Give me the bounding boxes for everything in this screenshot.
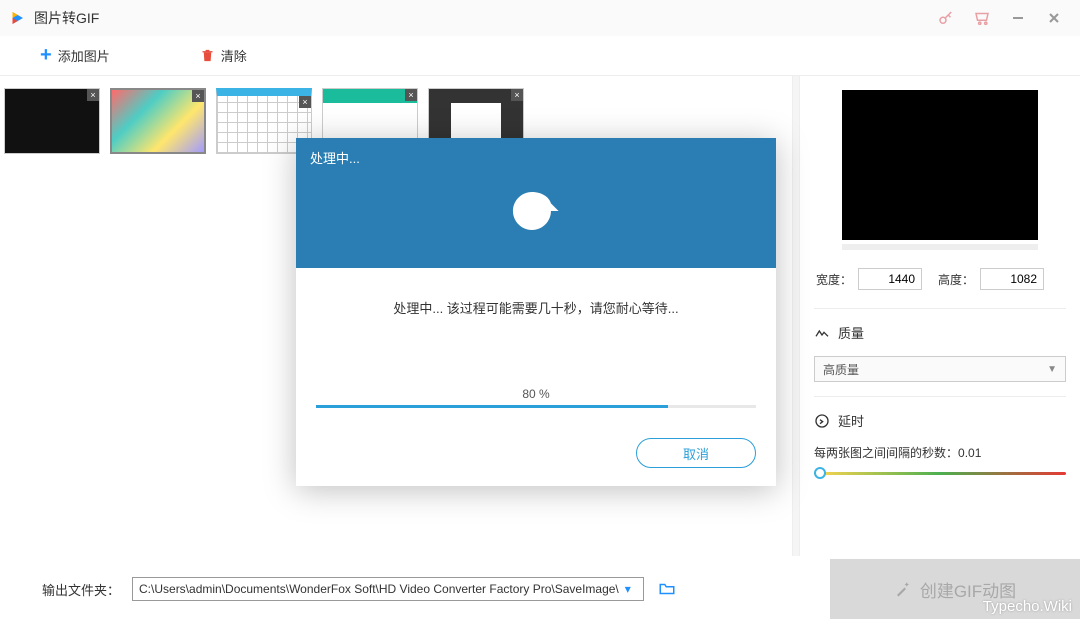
chevron-down-icon: ▼ — [1047, 364, 1057, 375]
delay-icon — [814, 413, 830, 429]
quality-select[interactable]: 高质量 ▼ — [814, 356, 1066, 382]
height-input[interactable] — [980, 268, 1044, 290]
create-gif-button: 创建GIF动图 — [830, 559, 1080, 619]
thumbnail[interactable]: × — [110, 88, 206, 154]
output-label: 输出文件夹： — [42, 580, 120, 599]
output-path-field[interactable]: C:\Users\admin\Documents\WonderFox Soft\… — [132, 577, 644, 601]
create-gif-label: 创建GIF动图 — [920, 577, 1016, 602]
bottom-bar: 输出文件夹： C:\Users\admin\Documents\WonderFo… — [0, 559, 1080, 619]
thumbnail[interactable]: × — [4, 88, 100, 154]
cart-icon[interactable] — [964, 0, 1000, 36]
delay-description: 每两张图之间间隔的秒数：0.01 — [814, 446, 981, 460]
thumb-close-icon[interactable]: × — [192, 90, 204, 102]
width-input[interactable] — [858, 268, 922, 290]
cancel-button[interactable]: 取消 — [636, 438, 756, 468]
slider-thumb[interactable] — [814, 467, 826, 479]
activate-icon[interactable] — [928, 0, 964, 36]
open-folder-icon[interactable] — [656, 580, 678, 598]
wand-icon — [894, 580, 912, 598]
delay-value: 0.01 — [958, 446, 981, 460]
droplet-icon — [512, 191, 560, 231]
processing-dialog: 处理中... 处理中... 该过程可能需要几十秒，请您耐心等待... 80 % … — [296, 138, 776, 486]
width-label: 宽度： — [816, 271, 852, 288]
preview-scrubber[interactable] — [842, 244, 1038, 250]
output-path-text: C:\Users\admin\Documents\WonderFox Soft\… — [139, 582, 619, 596]
clear-label: 清除 — [221, 46, 247, 65]
minimize-button[interactable] — [1000, 0, 1036, 36]
add-image-label: 添加图片 — [58, 46, 110, 65]
titlebar: 图片转GIF — [0, 0, 1080, 36]
thumb-close-icon[interactable]: × — [87, 89, 99, 101]
progress-bar — [316, 405, 756, 408]
quality-value: 高质量 — [823, 361, 859, 378]
app-title: 图片转GIF — [34, 8, 99, 28]
progress-percent: 80 % — [316, 387, 756, 401]
add-image-button[interactable]: + 添加图片 — [40, 44, 110, 67]
thumb-close-icon[interactable]: × — [405, 89, 417, 101]
trash-icon — [200, 48, 215, 63]
dialog-message: 处理中... 该过程可能需要几十秒，请您耐心等待... — [316, 298, 756, 317]
toolbar: + 添加图片 清除 — [0, 36, 1080, 76]
dialog-title: 处理中... — [310, 148, 762, 167]
quality-heading: 质量 — [838, 323, 864, 342]
thumb-close-icon[interactable]: × — [299, 96, 311, 108]
delay-slider[interactable] — [814, 465, 1066, 481]
thumb-close-icon[interactable]: × — [511, 89, 523, 101]
clear-button[interactable]: 清除 — [200, 46, 247, 65]
vertical-divider — [792, 76, 800, 556]
close-button[interactable] — [1036, 0, 1072, 36]
right-panel: 宽度： 高度： 质量 高质量 ▼ 延时 每两张图之间间隔的秒数：0.01 — [800, 76, 1080, 556]
delay-heading: 延时 — [838, 411, 864, 430]
quality-icon — [814, 325, 830, 341]
app-logo-icon — [8, 9, 26, 27]
path-dropdown-icon[interactable]: ▾ — [619, 582, 637, 596]
cancel-label: 取消 — [683, 444, 709, 463]
height-label: 高度： — [938, 271, 974, 288]
plus-icon: + — [40, 44, 52, 67]
preview-canvas — [842, 90, 1038, 240]
